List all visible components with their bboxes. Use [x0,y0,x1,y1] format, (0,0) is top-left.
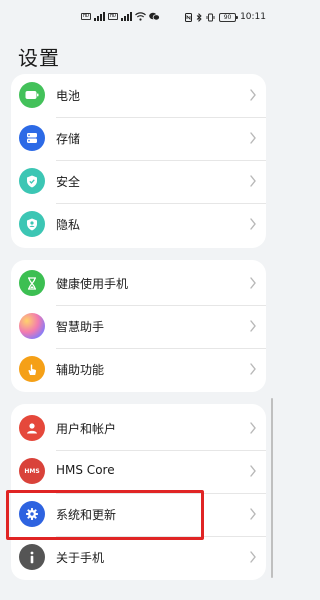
settings-item-system-update[interactable]: 系统和更新 [11,493,266,536]
hms-badge-text: HMS [24,467,40,475]
hand-tap-icon [19,356,45,382]
info-icon [19,544,45,570]
vibrate-icon [206,13,215,21]
wifi-icon [135,12,146,21]
status-left: HD HD [81,12,160,21]
settings-item-label: 智慧助手 [56,320,105,334]
privacy-shield-icon [19,211,45,237]
settings-group-3: 用户和帐户 HMS HMS Core 系统和更新 关于手机 [11,404,266,580]
nfc-icon [185,12,193,22]
chevron-right-icon [250,422,256,434]
settings-item-battery[interactable]: 电池 [11,74,266,117]
chevron-right-icon [250,551,256,563]
chevron-right-icon [250,508,256,520]
page-title: 设置 [18,46,60,70]
wechat-icon [149,12,160,21]
shield-check-icon [19,168,45,194]
settings-group-1: 电池 存储 安全 隐私 [11,74,266,248]
chevron-right-icon [250,175,256,187]
sim1-indicator: HD [81,13,92,20]
settings-item-label: 关于手机 [56,551,105,565]
settings-item-digital-balance[interactable]: 健康使用手机 [11,262,266,305]
settings-item-label: 存储 [56,132,81,146]
clock: 10:11 [240,12,266,22]
settings-item-storage[interactable]: 存储 [11,117,266,160]
settings-item-smart-assistant[interactable]: 智慧助手 [11,305,266,348]
user-icon [19,415,45,441]
settings-item-accessibility[interactable]: 辅助功能 [11,348,266,391]
chevron-right-icon [250,132,256,144]
gear-icon [19,501,45,527]
settings-item-users-accounts[interactable]: 用户和帐户 [11,407,266,450]
settings-item-label: 安全 [56,175,81,189]
settings-item-label: 用户和帐户 [56,422,117,436]
status-bar: HD HD 90 10:11 [0,0,276,40]
settings-item-label: 系统和更新 [56,508,117,522]
settings-item-label: 健康使用手机 [56,277,129,291]
settings-item-security[interactable]: 安全 [11,160,266,203]
settings-item-label: 隐私 [56,218,81,232]
settings-item-label: 电池 [56,89,81,103]
settings-item-about-phone[interactable]: 关于手机 [11,536,266,579]
settings-item-label: 辅助功能 [56,363,105,377]
hms-core-icon: HMS [19,458,45,484]
chevron-right-icon [250,89,256,101]
storage-icon [19,125,45,151]
hourglass-icon [19,270,45,296]
signal-bars-2-icon [121,12,133,21]
settings-item-privacy[interactable]: 隐私 [11,203,266,246]
battery-icon [19,82,45,108]
settings-group-2: 健康使用手机 智慧助手 辅助功能 [11,260,266,392]
chevron-right-icon [250,277,256,289]
battery-indicator: 90 [219,12,239,22]
chevron-right-icon [250,218,256,230]
sim2-indicator: HD [108,13,119,20]
chevron-right-icon [250,363,256,375]
signal-bars-icon [94,12,106,21]
chevron-right-icon [250,465,256,477]
settings-item-hms-core[interactable]: HMS HMS Core [11,450,266,493]
settings-item-label: HMS Core [56,463,115,477]
bluetooth-icon [196,12,202,22]
smart-assistant-icon [19,313,45,339]
status-right: 90 10:11 [185,12,266,22]
scrollbar-thumb[interactable] [271,398,273,578]
chevron-right-icon [250,320,256,332]
